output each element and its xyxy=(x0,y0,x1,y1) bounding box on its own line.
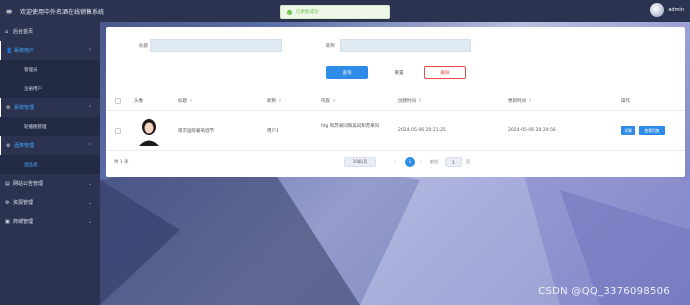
search-form: 标题 昵称 xyxy=(106,39,685,53)
success-toast: ✓ 已更新成功 xyxy=(280,5,390,19)
page-size-select[interactable]: 10条/页 xyxy=(344,157,376,167)
chevron-down-icon: ⌄ xyxy=(87,180,92,187)
next-page-icon[interactable]: › xyxy=(420,159,422,165)
hamburger-icon[interactable]: ≡ xyxy=(0,0,18,22)
user-icon: 👤 xyxy=(6,47,13,54)
column-header[interactable]: 创建时间 ⇕ xyxy=(398,98,422,104)
chevron-up-icon: ⌃ xyxy=(87,47,92,54)
sidebar-item-label: 商城管理 xyxy=(13,219,34,225)
user-menu[interactable]: admin xyxy=(650,3,684,17)
sidebar-item-system-users[interactable]: 👤 系统用户 ⌃ xyxy=(0,41,100,60)
created-time-cell: 2024-05-06 20:21:25 xyxy=(398,128,446,133)
sidebar-item-label: 管理员 xyxy=(24,67,38,73)
sidebar-subitem-registered-users[interactable]: 注册用户 xyxy=(0,79,100,98)
pagination: 共 1 条 10条/页 ‹ 1 › 前往 1 页 xyxy=(106,155,685,169)
sidebar-item-label: 酒类管理 xyxy=(14,143,35,149)
column-header[interactable]: 内容 ⇕ xyxy=(321,98,336,104)
column-header[interactable]: 昵称 ⇕ xyxy=(267,98,282,104)
column-header[interactable]: 更新时间 ⇕ xyxy=(508,98,532,104)
sidebar-subitem-admins[interactable]: 管理员 xyxy=(0,60,100,79)
sidebar-item-label: 系统管理 xyxy=(14,105,35,111)
select-all-checkbox[interactable] xyxy=(115,98,121,104)
sidebar-item-system-management[interactable]: ⚙ 系统管理 ⌃ xyxy=(0,98,100,117)
app-title: 欢迎使用中外名酒在线销售系统 xyxy=(20,8,105,16)
gear-icon: ⚙ xyxy=(5,199,10,206)
avatar[interactable] xyxy=(650,3,665,17)
gear-icon: ⚙ xyxy=(6,104,11,111)
reset-button[interactable]: 重置 xyxy=(378,66,420,79)
updated-time-cell: 2024-05-06 20:29:56 xyxy=(508,128,556,133)
row-checkbox[interactable] xyxy=(115,128,121,134)
page-suffix: 页 xyxy=(466,159,471,164)
shop-icon: ▣ xyxy=(5,218,10,225)
column-header: 操作 xyxy=(621,99,630,104)
detail-button[interactable]: 详情 xyxy=(621,126,635,135)
goto-label: 前往 xyxy=(430,159,439,164)
home-icon: ⌂ xyxy=(5,28,9,35)
table-header: 头像 标题 ⇕ 昵称 ⇕ 内容 ⇕ 创建时间 ⇕ 更新时间 ⇕ 操作 xyxy=(106,91,685,111)
current-page[interactable]: 1 xyxy=(405,157,415,167)
delete-button[interactable]: 删除 xyxy=(424,66,466,79)
check-circle-icon: ✓ xyxy=(287,9,292,15)
column-header: 头像 xyxy=(134,99,143,104)
chevron-down-icon: ⌄ xyxy=(87,218,92,225)
sidebar-item-label: 资源管理 xyxy=(13,200,34,206)
gear-icon: ⚙ xyxy=(6,142,11,149)
nickname-filter-input[interactable] xyxy=(340,39,471,52)
sidebar-subitem-carousel[interactable]: 轮播图管理 xyxy=(0,117,100,136)
sidebar-subitem-wine-category[interactable]: 酒品类 xyxy=(0,155,100,174)
sidebar-item-label: 系统用户 xyxy=(14,48,35,54)
sidebar-item-label: 轮播图管理 xyxy=(24,124,47,130)
sidebar-item-label: 后台首页 xyxy=(13,29,34,35)
sidebar-item-label: 酒品类 xyxy=(24,162,38,168)
table-row[interactable]: 南京国际葡萄酒节 用户1 fdg 和苏果同和美同和苏果同 2024-05-06 … xyxy=(106,111,685,151)
sidebar-item-wine-management[interactable]: ⚙ 酒类管理 ⌃ xyxy=(0,136,100,155)
toast-message: 已更新成功 xyxy=(296,10,319,15)
title-cell: 南京国际葡萄酒节 xyxy=(178,129,214,134)
sidebar-item-home[interactable]: ⌂ 后台首页 xyxy=(0,22,100,41)
view-reply-button[interactable]: 查看回复 xyxy=(639,126,665,135)
search-button[interactable]: 查询 xyxy=(326,66,368,79)
sidebar-item-notice-management[interactable]: ▤ 网站公告管理 ⌄ xyxy=(0,174,100,193)
user-avatar-image xyxy=(139,119,159,146)
sidebar-item-shop-management[interactable]: ▣ 商城管理 ⌄ xyxy=(0,212,100,231)
sidebar-item-resource-management[interactable]: ⚙ 资源管理 ⌄ xyxy=(0,193,100,212)
chevron-up-icon: ⌃ xyxy=(87,104,92,111)
chevron-up-icon: ⌃ xyxy=(87,142,92,149)
nickname-cell: 用户1 xyxy=(267,129,279,134)
doc-icon: ▤ xyxy=(5,180,10,187)
goto-page-input[interactable]: 1 xyxy=(445,157,462,167)
column-header[interactable]: 标题 ⇕ xyxy=(178,98,193,104)
sidebar-item-label: 网站公告管理 xyxy=(13,181,44,187)
sidebar: ⌂ 后台首页 👤 系统用户 ⌃ 管理员 注册用户 ⚙ 系统管理 ⌃ 轮播图管理 … xyxy=(0,22,100,305)
chevron-down-icon: ⌄ xyxy=(87,199,92,206)
sidebar-item-label: 注册用户 xyxy=(24,86,42,92)
content-cell: fdg 和苏果同和美同和苏果同 xyxy=(321,124,380,129)
total-count: 共 1 条 xyxy=(114,160,129,165)
username: admin xyxy=(668,7,684,13)
content-panel: 标题 昵称 查询 重置 删除 头像 标题 ⇕ 昵称 ⇕ 内容 ⇕ 创建时间 ⇕ 更新时间… xyxy=(106,27,685,177)
watermark: CSDN @QQ_3376098506 xyxy=(538,286,670,297)
nickname-filter-label: 昵称 xyxy=(326,44,335,49)
title-filter-label: 标题 xyxy=(139,44,148,49)
title-filter-input[interactable] xyxy=(150,39,282,52)
prev-page-icon[interactable]: ‹ xyxy=(394,159,396,165)
